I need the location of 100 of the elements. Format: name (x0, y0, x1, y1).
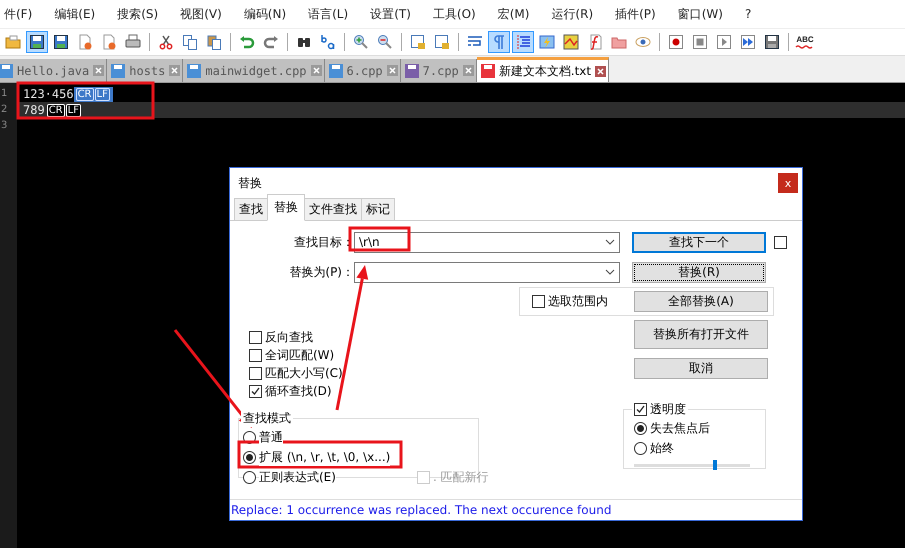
line-number: 3 (0, 119, 8, 133)
replace-all-button[interactable]: 全部替换(A) (634, 291, 768, 312)
checkbox[interactable] (634, 403, 647, 416)
map-icon (563, 34, 579, 50)
radio-button[interactable] (243, 470, 256, 484)
menu-item[interactable]: 窗口(W) (670, 6, 731, 22)
menu-item[interactable]: 编辑(E) (46, 6, 104, 22)
radio-label: 正则表达式(E) (259, 468, 336, 486)
close-tab-icon[interactable] (93, 65, 104, 76)
find-label: 查找目标： (293, 234, 354, 250)
radio-button[interactable] (634, 422, 647, 434)
play-icon (716, 34, 732, 50)
find-field[interactable]: \r\n (354, 232, 620, 252)
menu-item[interactable]: 视图(V) (172, 6, 230, 22)
checkbox-label: 全词匹配(W) (265, 346, 334, 364)
highlight-frame (348, 226, 410, 252)
zoom-out-icon (377, 34, 393, 50)
menu-item[interactable]: ? (736, 7, 760, 21)
close-tab-icon[interactable] (386, 65, 398, 76)
checkbox-label: 选取范围内 (548, 293, 608, 310)
dropdown-chevron-icon[interactable] (605, 269, 615, 275)
checkbox-label: 匹配大小写(C) (265, 364, 343, 382)
file-tab[interactable]: 7.cpp (400, 59, 477, 82)
checkbox-label: 反向查找 (265, 328, 313, 346)
menu-item[interactable]: 工具(O) (424, 6, 484, 22)
file-tab[interactable]: Hello.java (0, 59, 108, 82)
printer-icon (125, 34, 141, 50)
close-button[interactable]: x (778, 173, 798, 193)
radio-label: 始终 (650, 440, 674, 456)
file-tab[interactable]: mainwidget.cpp (183, 59, 325, 82)
dropdown-chevron-icon[interactable] (605, 239, 615, 245)
menu-item[interactable]: 宏(M) (490, 6, 538, 22)
tab-label: 7.cpp (422, 64, 459, 78)
toolbar-button[interactable]: ABC (794, 31, 816, 53)
menu-item[interactable]: 语言(L) (300, 6, 356, 22)
radio-label: 普通 (259, 428, 283, 446)
stop-icon (692, 34, 708, 50)
dialog-tab[interactable]: 查找 (234, 198, 268, 220)
tab-label: 6.cpp (346, 64, 383, 78)
pilcrow-icon (491, 34, 507, 50)
fast-forward-icon (740, 34, 756, 50)
wavy-underline-icon (795, 44, 815, 49)
radio-label: 扩展 (\n, \r, \t, \0, \x...) (259, 448, 390, 466)
close-tab-icon[interactable] (595, 66, 606, 76)
menu-item[interactable]: 运行(R) (543, 6, 602, 22)
indent-guide-icon (515, 34, 531, 50)
file-tab[interactable]: 新建文本文档.txt (476, 57, 610, 82)
copy-icon (182, 34, 198, 50)
close-tab-icon[interactable] (169, 65, 180, 76)
radio-button[interactable] (634, 442, 647, 454)
line-ending-marker: LF (66, 104, 81, 116)
replace-button[interactable]: 替换(R) (632, 262, 766, 282)
line-ending-marker: CR (76, 88, 94, 100)
menu-item[interactable]: 件(F) (0, 6, 40, 22)
code-text: 789 (23, 103, 45, 117)
checkbox[interactable] (532, 295, 545, 308)
group-title: 查找模式 (241, 410, 293, 427)
dialog-tab[interactable]: 替换 (267, 194, 305, 221)
replace-field[interactable] (354, 262, 620, 282)
cancel-button[interactable]: 取消 (634, 358, 768, 379)
checkbox[interactable] (249, 366, 262, 380)
tab-label: 新建文本文档.txt (498, 62, 592, 80)
close-tab-icon[interactable] (462, 65, 474, 76)
folder-icon (5, 34, 21, 50)
replace-all-open-button[interactable]: 替换所有打开文件 (634, 320, 768, 349)
tab-label: mainwidget.cpp (205, 64, 307, 78)
line-ending-marker: LF (94, 88, 110, 100)
document-icon (101, 34, 117, 50)
close-tab-icon[interactable] (310, 65, 322, 76)
menu-item[interactable]: 编码(N) (236, 6, 294, 22)
tab-label: hosts (129, 64, 166, 78)
radio-label: 失去焦点后 (650, 420, 710, 436)
status-message: Replace: 1 occurrence was replaced. The next occurence found (230, 499, 802, 520)
checkbox[interactable] (249, 384, 262, 398)
record-icon (668, 34, 684, 50)
checkbox-label: 透明度 (650, 401, 686, 418)
radio-button[interactable] (243, 450, 256, 464)
checkbox-label: . 匹配新行 (432, 468, 489, 486)
menu-item[interactable]: 设置(T) (362, 6, 419, 22)
dialog-tab[interactable]: 标记 (361, 198, 395, 220)
line-number: 2 (0, 103, 8, 117)
find-next-button[interactable]: 查找下一个 (632, 232, 766, 252)
file-tab[interactable]: hosts (107, 59, 184, 82)
file-tab[interactable]: 6.cpp (324, 59, 401, 82)
eye-icon (635, 34, 651, 50)
checkbox[interactable] (249, 330, 262, 344)
menu-item[interactable]: 搜索(S) (109, 6, 166, 22)
replace-icon (320, 34, 336, 50)
code-text: 123·456 (23, 87, 74, 101)
dialog-tab[interactable]: 文件查找 (304, 198, 362, 220)
redo-icon (263, 34, 279, 50)
checkbox[interactable] (774, 236, 787, 248)
line-ending-marker: CR (46, 104, 65, 116)
checkbox[interactable] (249, 348, 262, 362)
slider-thumb[interactable] (713, 460, 718, 470)
clipboard-icon (206, 34, 222, 50)
menu-item[interactable]: 插件(P) (607, 6, 664, 22)
dialog-title: 替换 (238, 174, 262, 192)
line-number: 1 (0, 87, 8, 101)
tab-label: Hello.java (17, 64, 90, 78)
